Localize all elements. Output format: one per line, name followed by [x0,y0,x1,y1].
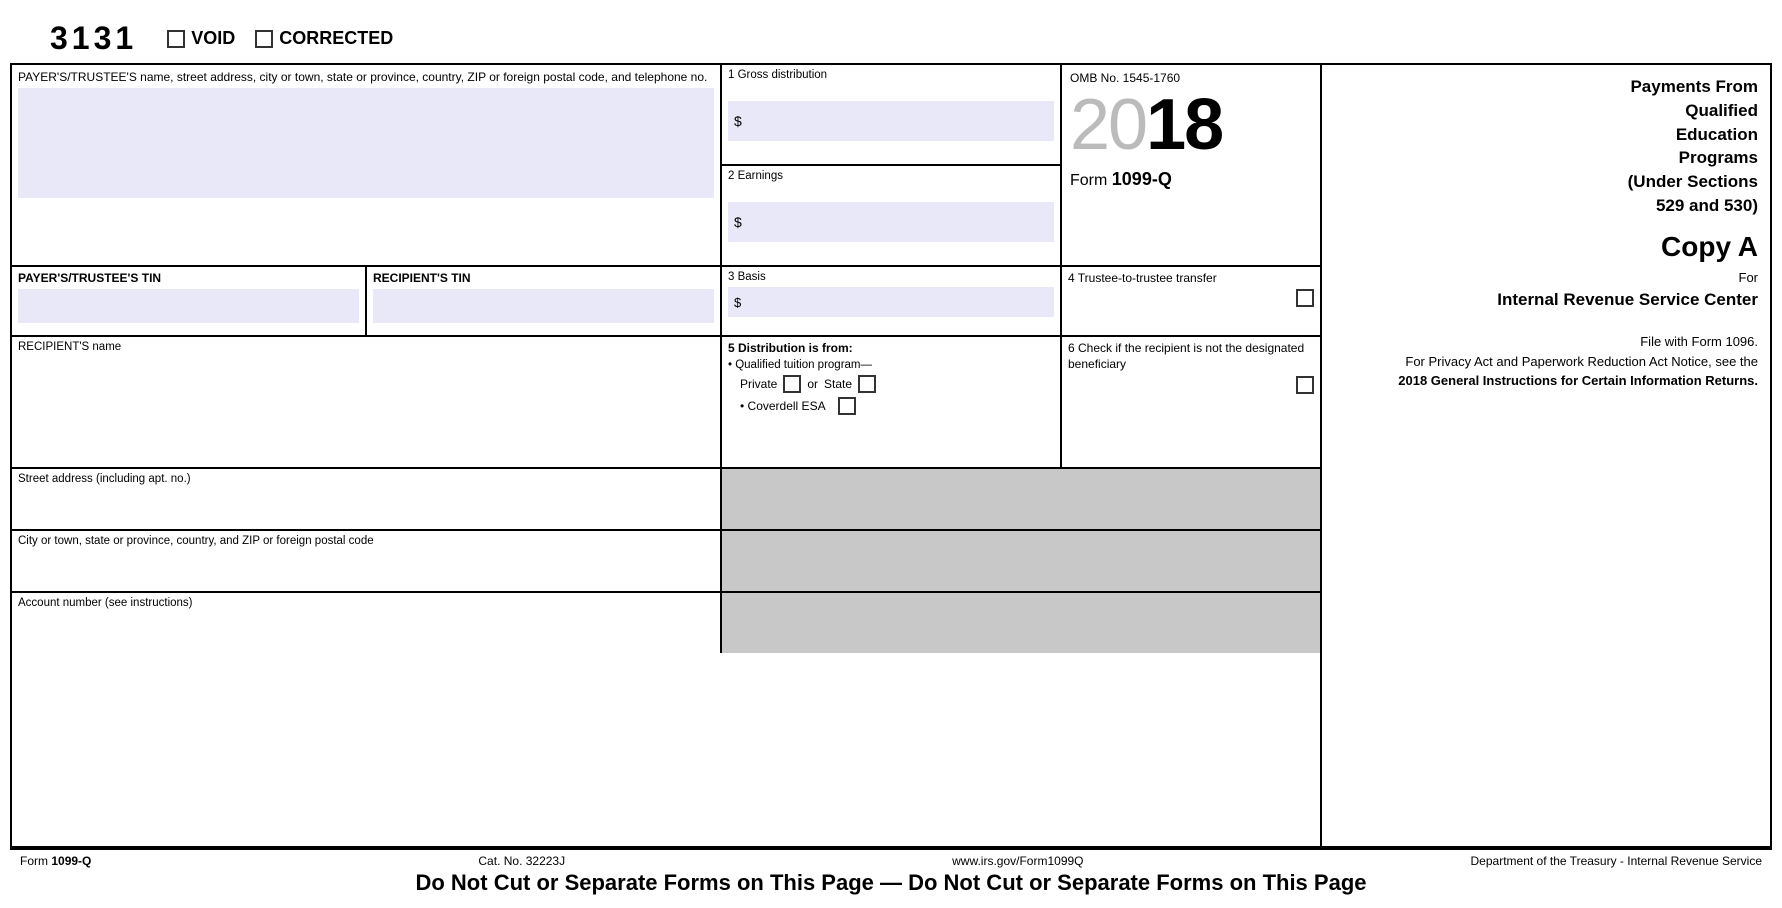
right-panel: Payments From Qualified Education Progra… [1322,65,1770,846]
basis-input[interactable]: $ [728,287,1054,317]
check-not-label: 6 Check if the recipient is not the desi… [1068,341,1314,372]
void-label: VOID [191,28,235,49]
payer-input-area[interactable] [18,88,714,198]
gross-dollar: $ [734,113,742,129]
corrected-label: CORRECTED [279,28,393,49]
payer-tin-label: PAYER'S/TRUSTEE'S TIN [18,271,359,285]
dist-state-checkbox[interactable] [858,375,876,393]
recipient-tin-input[interactable] [373,289,714,323]
bottom-website: www.irs.gov/Form1099Q [952,854,1083,868]
shaded-area-city [722,531,1320,591]
omb-section: OMB No. 1545-1760 2018 Form 1099-Q [1062,65,1320,265]
year-light: 20 [1070,85,1146,165]
form-name-display: Form 1099-Q [1070,169,1172,190]
bottom-form-label: Form 1099-Q [20,854,91,868]
title-line3: Education [1676,125,1758,144]
dist-qualified-label: • Qualified tuition program— [728,359,1054,371]
omb-number: OMB No. 1545-1760 [1070,71,1180,85]
form-name-bold: 1099-Q [1112,169,1172,189]
corrected-checkbox-item[interactable]: CORRECTED [255,28,393,49]
distribution-label: 5 Distribution is from: [728,341,1054,355]
title-line6: 529 and 530) [1656,196,1758,215]
city-label: City or town, state or province, country… [18,535,714,547]
dist-coverdell-label: • Coverdell ESA [740,399,826,413]
trustee-checkbox[interactable] [1296,289,1314,307]
copy-a-label: Copy A [1334,226,1758,268]
bottom-bar: Form 1099-Q Cat. No. 32223J www.irs.gov/… [10,848,1772,898]
dist-private-checkbox[interactable] [783,375,801,393]
account-box: Account number (see instructions) [12,593,722,653]
recipient-name-label: RECIPIENT'S name [18,341,714,353]
copy-a-section: Copy A For Internal Revenue Service Cent… [1334,226,1758,391]
dist-or-label: or [807,377,818,391]
gross-label: 1 Gross distribution [728,69,1054,81]
recipient-tin-box: RECIPIENT'S TIN [367,267,722,335]
earnings-input[interactable]: $ [728,202,1054,242]
title-line4: Programs [1679,148,1758,167]
year-bold: 18 [1146,85,1222,165]
trustee-field: 4 Trustee-to-trustee transfer [1062,267,1320,335]
earnings-dollar: $ [734,214,742,230]
form-number-top: 3131 [50,20,137,57]
payer-label: PAYER'S/TRUSTEE'S name, street address, … [18,70,714,84]
form-label: Form [1070,172,1107,189]
street-label: Street address (including apt. no.) [18,473,714,485]
trustee-label: 4 Trustee-to-trustee transfer [1068,271,1314,285]
distribution-field: 5 Distribution is from: • Qualified tuit… [722,337,1062,467]
basis-label: 3 Basis [728,271,1054,283]
privacy-text: For Privacy Act and Paperwork Reduction … [1334,352,1758,372]
year-display: 2018 [1070,89,1222,161]
title-line5: (Under Sections [1628,172,1758,191]
file-info: File with Form 1096. [1334,332,1758,352]
dist-coverdell-checkbox[interactable] [838,397,856,415]
account-label: Account number (see instructions) [18,597,714,609]
check-not-checkbox[interactable] [1296,376,1314,394]
void-checkbox-item[interactable]: VOID [167,28,235,49]
title-line1: Payments From [1630,77,1758,96]
street-box: Street address (including apt. no.) [12,469,722,529]
basis-dollar: $ [734,295,741,310]
corrected-checkbox[interactable] [255,30,273,48]
check-not-beneficiary-field: 6 Check if the recipient is not the desi… [1062,337,1320,467]
shaded-area-street [722,469,1320,529]
for-label: For [1334,268,1758,288]
right-panel-title: Payments From Qualified Education Progra… [1334,75,1758,218]
basis-field: 3 Basis $ [722,267,1062,335]
gross-distribution-field: 1 Gross distribution $ [722,65,1060,166]
earnings-label: 2 Earnings [728,170,1054,182]
void-checkbox[interactable] [167,30,185,48]
do-not-cut-label: Do Not Cut or Separate Forms on This Pag… [20,870,1762,896]
bottom-form-name: 1099-Q [51,854,91,868]
gross-input[interactable]: $ [728,101,1054,141]
general-inst: 2018 General Instructions for Certain In… [1334,371,1758,391]
dist-private-label: Private [740,377,777,391]
earnings-field: 2 Earnings $ [722,166,1060,265]
dist-state-label: State [824,377,852,391]
bottom-dept: Department of the Treasury - Internal Re… [1471,854,1762,868]
irs-label: Internal Revenue Service Center [1334,287,1758,313]
payer-box: PAYER'S/TRUSTEE'S name, street address, … [12,65,722,265]
recipient-name-box: RECIPIENT'S name [12,337,722,467]
recipient-tin-label: RECIPIENT'S TIN [373,271,714,285]
city-box: City or town, state or province, country… [12,531,722,591]
shaded-area-account [722,593,1320,653]
title-line2: Qualified [1685,101,1758,120]
payer-tin-input[interactable] [18,289,359,323]
bottom-cat: Cat. No. 32223J [478,854,565,868]
payer-tin-box: PAYER'S/TRUSTEE'S TIN [12,267,367,335]
